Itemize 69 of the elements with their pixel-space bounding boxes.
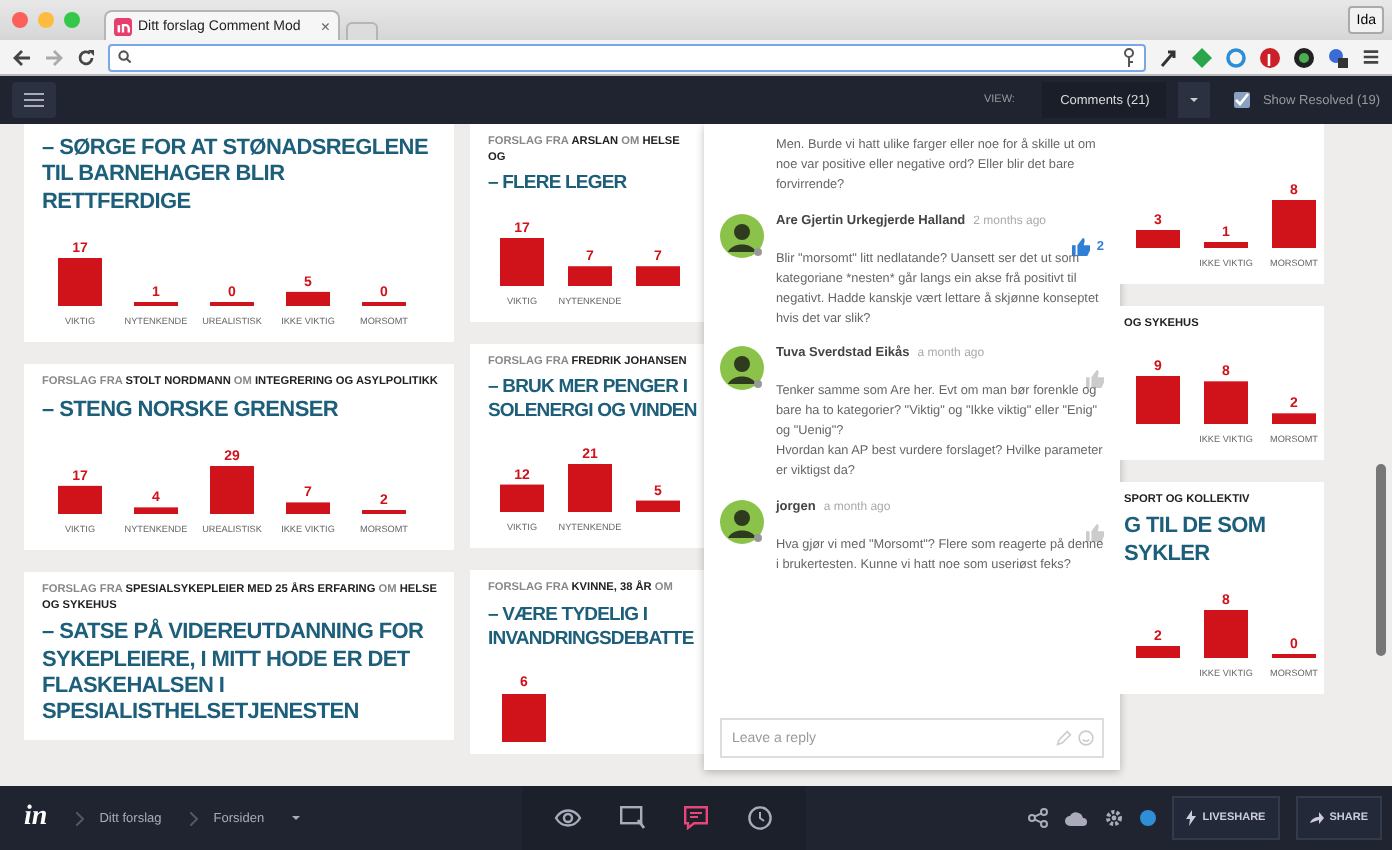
proposal-title: – FLERE LEGER: [488, 172, 629, 196]
share-icon[interactable]: [1028, 808, 1049, 828]
proposal-title: – VÆRE TYDELIG I INVANDRINGSDEBATTE: [488, 603, 696, 651]
tab-close-button[interactable]: ×: [320, 17, 330, 35]
bar: [58, 486, 102, 515]
avatar: [720, 500, 764, 545]
avatar: [720, 213, 764, 258]
eye-icon: [554, 808, 583, 828]
proposal-title: – SØRGE FOR AT STØNADSREGLENE TIL BARNEHAGER BLIR RETTFERDIGE: [42, 136, 430, 217]
bar: [636, 265, 680, 286]
bar: [568, 265, 612, 286]
thumbs-up-icon[interactable]: [1086, 370, 1104, 389]
favicon-icon: [114, 17, 132, 35]
bar: [134, 302, 178, 307]
bar: [636, 501, 680, 513]
bar: [1204, 380, 1248, 424]
cloud-icon[interactable]: [1064, 809, 1089, 827]
chevron-icon: [75, 811, 84, 825]
status-dot-icon[interactable]: [1140, 810, 1157, 826]
scrollbar[interactable]: [1376, 464, 1386, 656]
menu-icon[interactable]: [1362, 48, 1380, 66]
bar: [1204, 609, 1248, 658]
menu-icon: [24, 92, 44, 108]
bar: [1136, 230, 1180, 248]
bar: [134, 507, 178, 515]
clock-icon: [748, 806, 773, 830]
bar: [210, 302, 254, 307]
bar: [362, 302, 406, 307]
proposal-title: – BRUK MER PENGER I SOLENERGI OG VINDEN: [488, 376, 699, 423]
logo[interactable]: in: [24, 802, 48, 834]
avatar: [720, 346, 764, 391]
extension-icon[interactable]: [1328, 47, 1348, 67]
extension-icon[interactable]: [1158, 47, 1178, 67]
show-resolved-checkbox[interactable]: [1234, 92, 1251, 108]
bar: [286, 502, 330, 515]
chevron-icon: [189, 811, 198, 825]
bar: [1272, 200, 1316, 248]
extension-icon[interactable]: [1294, 47, 1314, 67]
proposal-title: – STENG NORSKE GRENSER: [42, 397, 341, 425]
caret-icon: [1190, 98, 1199, 102]
arrow-icon: [1309, 812, 1324, 824]
back-icon[interactable]: [12, 47, 32, 67]
bar: [58, 258, 102, 307]
search-icon: [118, 50, 132, 64]
menu-button[interactable]: [12, 82, 56, 118]
bar: [1272, 653, 1316, 658]
proposal-title: – SATSE PÅ VIDEREUTDANNING FOR SYKEPLEIERE, I MITT HODE ER DET FLASKEHALSEN I SPESIALISTHELSETJENESTEN: [42, 620, 426, 728]
bar: [500, 237, 544, 286]
bar: [1136, 645, 1180, 658]
address-field[interactable]: [108, 43, 1146, 71]
bar: [1204, 242, 1248, 248]
thumbs-up-icon[interactable]: [1072, 237, 1091, 256]
bar: [210, 466, 254, 515]
bar: [1272, 412, 1316, 424]
comment-icon: [684, 806, 709, 830]
bar: [502, 694, 546, 743]
cursor-frame-icon: [619, 806, 646, 830]
reload-icon[interactable]: [76, 47, 96, 67]
bar: [568, 464, 612, 513]
proposal-title: G TIL DE SOM SYKLER: [1124, 514, 1268, 568]
key-icon[interactable]: [1122, 47, 1136, 67]
bar: [362, 510, 406, 515]
bar: [500, 485, 544, 513]
bar: [286, 292, 330, 307]
settings-icon[interactable]: [1104, 808, 1125, 828]
caret-icon[interactable]: [292, 816, 301, 820]
bar: [1136, 375, 1180, 424]
lightning-icon: [1186, 810, 1197, 826]
diamond-icon[interactable]: [1192, 47, 1212, 67]
